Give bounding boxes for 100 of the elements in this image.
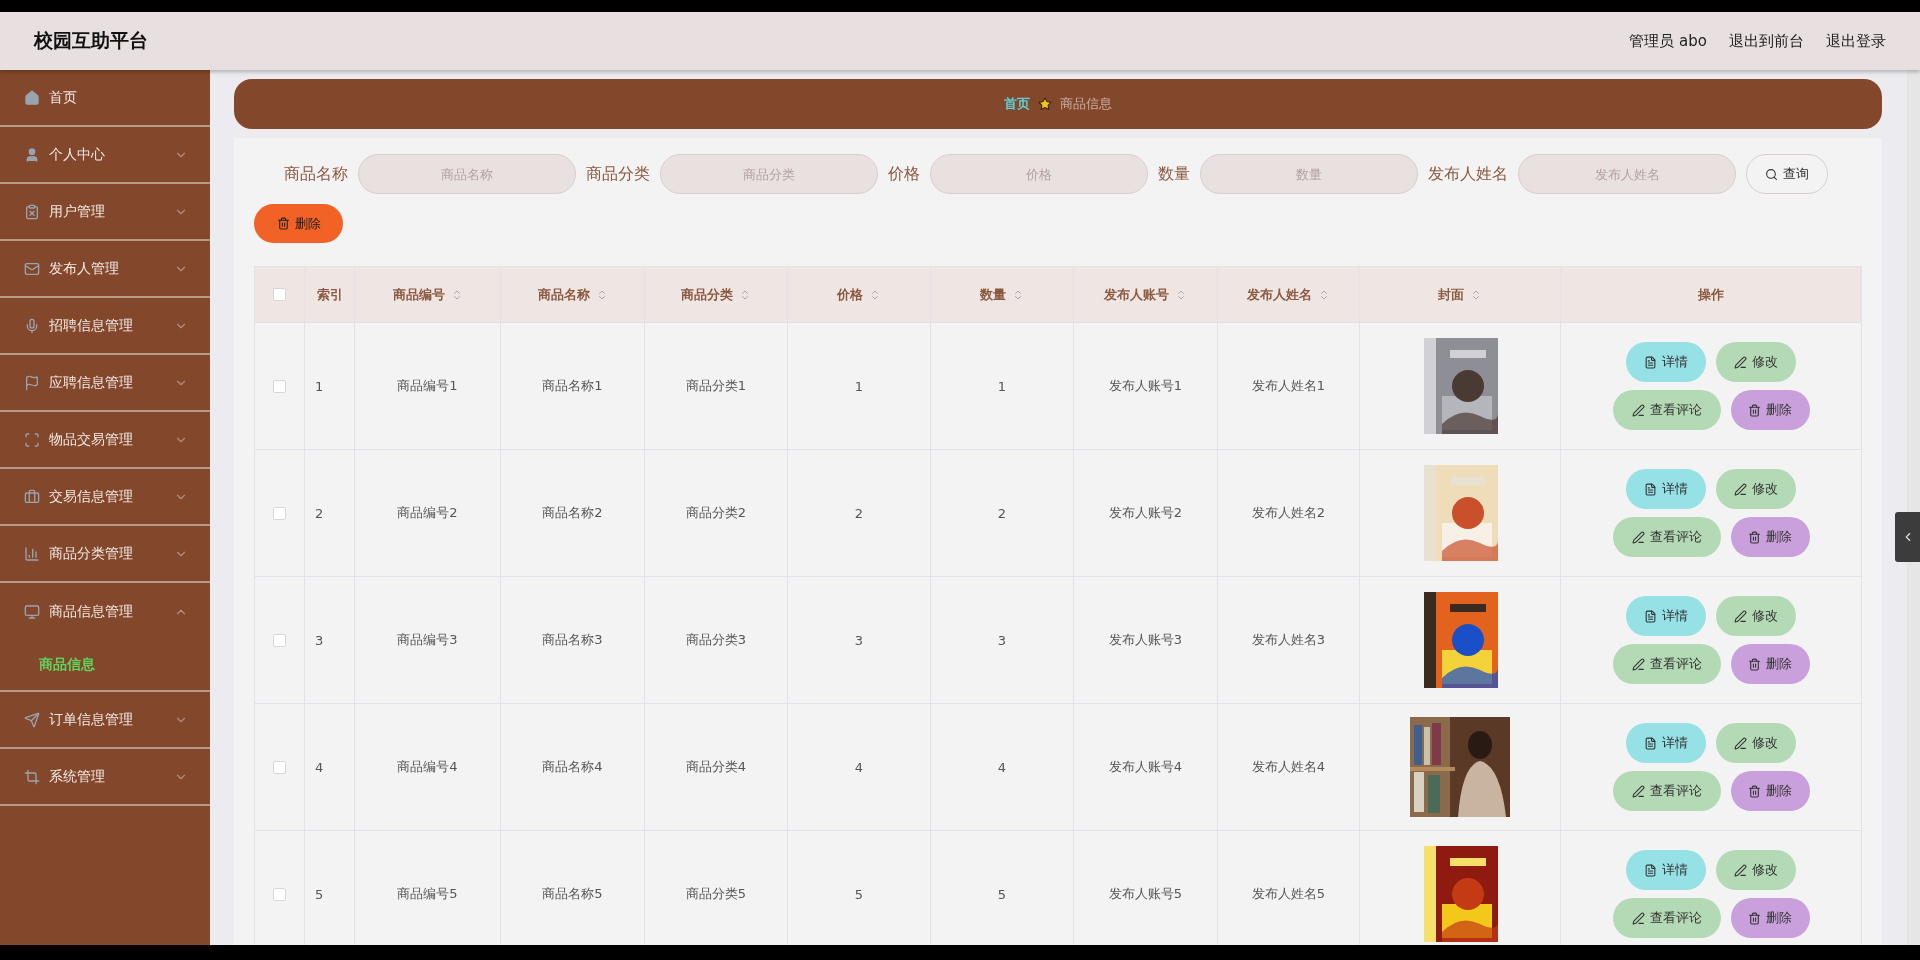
table-cell: 商品编号4: [355, 704, 501, 830]
table-cell: 商品分类4: [645, 704, 788, 830]
table-cell: 商品名称5: [501, 831, 645, 945]
sidebar-item[interactable]: 个人中心: [0, 127, 210, 184]
query-button[interactable]: 查询: [1746, 154, 1828, 194]
menu-label: 发布人管理: [49, 259, 120, 278]
table-cell: 4: [788, 704, 931, 830]
sidebar-item[interactable]: 应聘信息管理: [0, 355, 210, 412]
table-cell: 5: [305, 831, 355, 945]
table-cell: 2: [931, 450, 1074, 576]
table-cell: 发布人姓名5: [1218, 831, 1360, 945]
breadcrumb-link[interactable]: 首页: [1004, 95, 1030, 113]
table-cell: 1: [305, 323, 355, 449]
sidebar-item[interactable]: 系统管理: [0, 749, 210, 806]
detail-button[interactable]: 详情: [1626, 596, 1706, 636]
detail-button[interactable]: 详情: [1626, 342, 1706, 382]
table-cell: 5: [931, 831, 1074, 945]
detail-button[interactable]: 详情: [1626, 850, 1706, 890]
header-link[interactable]: 退出到前台: [1729, 31, 1804, 51]
table-cell: 发布人账号3: [1074, 577, 1218, 703]
menu-label: 订单信息管理: [49, 710, 134, 729]
menu-label: 用户管理: [49, 202, 106, 221]
edit-button[interactable]: 修改: [1716, 850, 1796, 890]
sidebar-item[interactable]: 首页: [0, 70, 210, 127]
field-label: 价格: [888, 163, 920, 185]
table-cell: 发布人姓名2: [1218, 450, 1360, 576]
table-cell: 2: [788, 450, 931, 576]
search-field[interactable]: 商品名称: [358, 154, 576, 194]
field-label: 商品分类: [586, 163, 650, 185]
comments-button[interactable]: 查看评论: [1612, 898, 1721, 938]
column-header: 索引: [305, 267, 355, 322]
delete-button[interactable]: 删除: [1730, 517, 1810, 557]
field-label: 发布人姓名: [1428, 163, 1508, 185]
column-header[interactable]: 发布人账号: [1074, 267, 1218, 322]
sidebar-item[interactable]: 物品交易管理: [0, 412, 210, 469]
column-header[interactable]: 发布人姓名: [1218, 267, 1360, 322]
table-cell: 4: [931, 704, 1074, 830]
table-cell: 商品名称4: [501, 704, 645, 830]
delete-button[interactable]: 删除: [1730, 644, 1810, 684]
table-cell: 5: [788, 831, 931, 945]
sidebar-item[interactable]: 订单信息管理: [0, 692, 210, 749]
sidebar-item[interactable]: 发布人管理: [0, 241, 210, 298]
sidebar-item[interactable]: 用户管理: [0, 184, 210, 241]
sidebar-item[interactable]: 招聘信息管理: [0, 298, 210, 355]
column-header: 操作: [1561, 267, 1861, 322]
delete-button[interactable]: 删除: [1730, 898, 1810, 938]
table-cell: 商品分类5: [645, 831, 788, 945]
column-header[interactable]: 封面: [1360, 267, 1561, 322]
table-cell: 发布人账号4: [1074, 704, 1218, 830]
sidebar-subitem[interactable]: 商品信息: [0, 640, 210, 690]
menu-label: 交易信息管理: [49, 487, 134, 506]
table-cell: 3: [305, 577, 355, 703]
detail-button[interactable]: 详情: [1626, 469, 1706, 509]
sidebar-item[interactable]: 商品分类管理: [0, 526, 210, 583]
comments-button[interactable]: 查看评论: [1612, 644, 1721, 684]
table-cell: 商品分类3: [645, 577, 788, 703]
column-header[interactable]: 商品编号: [355, 267, 501, 322]
table-cell: 发布人姓名1: [1218, 323, 1360, 449]
edit-button[interactable]: 修改: [1716, 723, 1796, 763]
table-cell: 商品分类2: [645, 450, 788, 576]
delete-button[interactable]: 删除: [254, 204, 343, 243]
table-cell: 发布人账号2: [1074, 450, 1218, 576]
search-field[interactable]: 商品分类: [660, 154, 878, 194]
sidebar-item[interactable]: 商品信息管理: [0, 583, 210, 640]
column-header[interactable]: 商品分类: [645, 267, 788, 322]
edit-button[interactable]: 修改: [1716, 469, 1796, 509]
delete-button[interactable]: 删除: [1730, 390, 1810, 430]
table-cell: 商品编号2: [355, 450, 501, 576]
user-label: 管理员 abo: [1629, 31, 1707, 51]
table-cell: 3: [788, 577, 931, 703]
menu-label: 首页: [49, 88, 78, 107]
column-header[interactable]: 价格: [788, 267, 931, 322]
menu-label: 商品分类管理: [49, 544, 134, 563]
field-label: 商品名称: [284, 163, 348, 185]
table-cell: 发布人姓名4: [1218, 704, 1360, 830]
search-field[interactable]: 价格: [930, 154, 1148, 194]
menu-label: 应聘信息管理: [49, 373, 134, 392]
sidebar-item[interactable]: 交易信息管理: [0, 469, 210, 526]
detail-button[interactable]: 详情: [1626, 723, 1706, 763]
header-link[interactable]: 退出登录: [1826, 31, 1886, 51]
comments-button[interactable]: 查看评论: [1612, 771, 1721, 811]
breadcrumb-current: 商品信息: [1060, 95, 1112, 113]
table-cell: 商品编号1: [355, 323, 501, 449]
table-cell: 1: [931, 323, 1074, 449]
menu-label: 系统管理: [49, 767, 106, 786]
table-cell: 商品名称2: [501, 450, 645, 576]
search-field[interactable]: 数量: [1200, 154, 1418, 194]
table-cell: 商品编号3: [355, 577, 501, 703]
search-field[interactable]: 发布人姓名: [1518, 154, 1736, 194]
delete-button[interactable]: 删除: [1730, 771, 1810, 811]
menu-label: 招聘信息管理: [49, 316, 134, 335]
field-label: 数量: [1158, 163, 1190, 185]
edit-button[interactable]: 修改: [1716, 596, 1796, 636]
column-header[interactable]: 商品名称: [501, 267, 645, 322]
table-cell: 发布人账号1: [1074, 323, 1218, 449]
column-header[interactable]: 数量: [931, 267, 1074, 322]
comments-button[interactable]: 查看评论: [1612, 390, 1721, 430]
comments-button[interactable]: 查看评论: [1612, 517, 1721, 557]
app-title: 校园互助平台: [34, 28, 149, 53]
edit-button[interactable]: 修改: [1716, 342, 1796, 382]
